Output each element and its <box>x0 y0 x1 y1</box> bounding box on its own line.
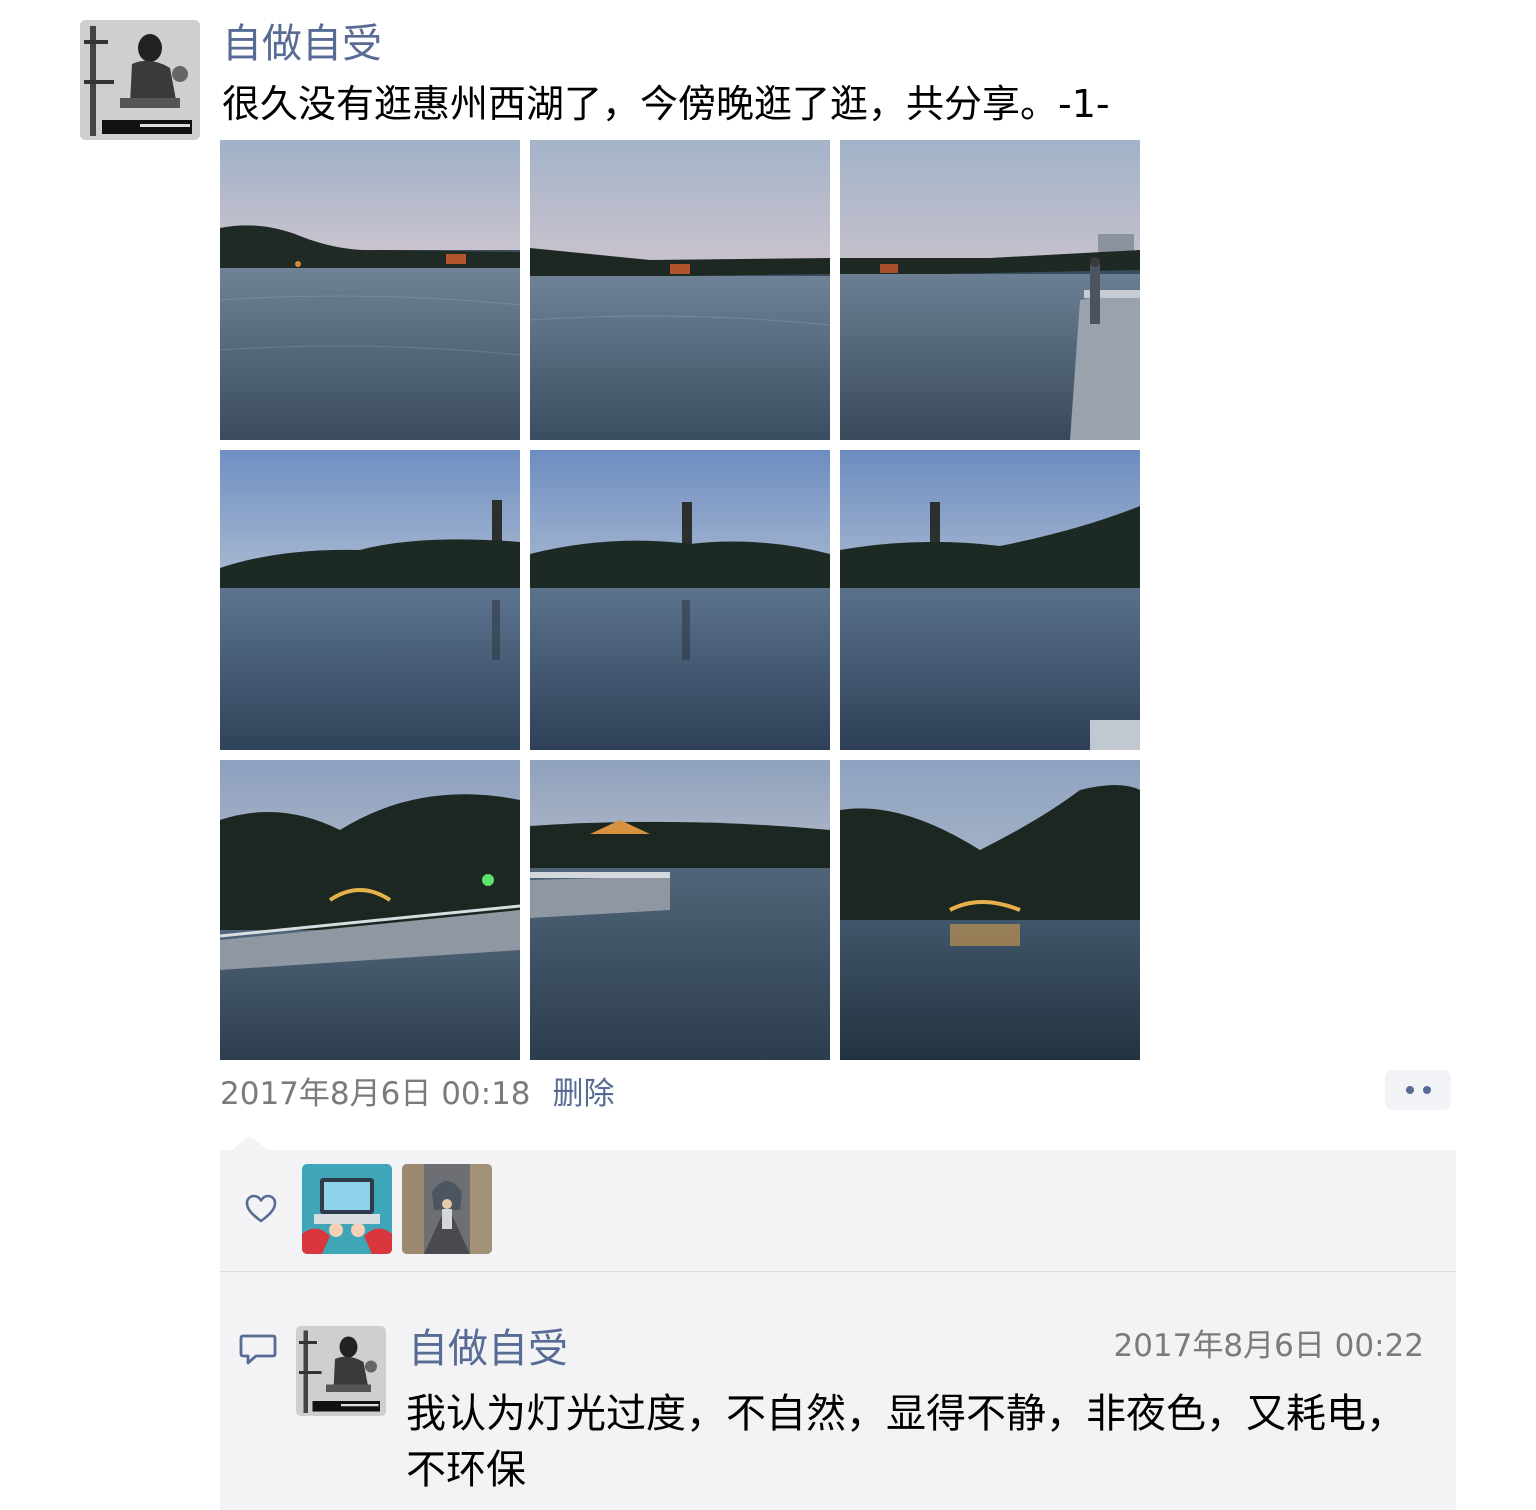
photo-3[interactable] <box>840 140 1140 440</box>
avatar-image <box>80 20 200 140</box>
interaction-panel-arrow <box>232 1136 268 1150</box>
photo-grid <box>220 140 1140 1060</box>
more-dots-icon <box>1405 1086 1414 1094</box>
photo-2[interactable] <box>530 140 830 440</box>
photo-1[interactable] <box>220 140 520 440</box>
post-text: 很久没有逛惠州西湖了，今傍晚逛了逛，共分享。-1- <box>222 82 1110 126</box>
post-meta: 2017年8月6日 00:18 删除 <box>220 1068 615 1112</box>
comment-icon <box>239 1334 277 1365</box>
delete-button[interactable]: 删除 <box>553 1068 615 1113</box>
author-avatar[interactable] <box>80 20 200 140</box>
likes-row <box>220 1150 1456 1271</box>
photo-8[interactable] <box>530 760 830 1060</box>
commenter-name[interactable]: 自做自受 <box>408 1322 568 1376</box>
comment-timestamp: 2017年8月6日 00:22 <box>1113 1328 1424 1364</box>
author-name[interactable]: 自做自受 <box>222 18 382 70</box>
heart-icon <box>245 1194 277 1223</box>
photo-6[interactable] <box>840 450 1140 750</box>
comment-text: 我认为灯光过度，不自然，显得不静，非夜色，又耗电，不环保 <box>406 1391 1406 1493</box>
likes-divider <box>220 1271 1456 1272</box>
more-actions-button[interactable] <box>1385 1070 1451 1110</box>
commenter-avatar[interactable] <box>296 1326 386 1416</box>
liker-avatar-laptop[interactable] <box>302 1164 392 1254</box>
photo-7[interactable] <box>220 760 520 1060</box>
post-timestamp: 2017年8月6日 00:18 <box>220 1075 531 1112</box>
photo-4[interactable] <box>220 450 520 750</box>
more-dots-icon <box>1422 1086 1431 1094</box>
liker-avatar-street[interactable] <box>402 1164 492 1254</box>
interaction-panel: 自做自受 2017年8月6日 00:22 我认为灯光过度，不自然，显得不静，非夜… <box>220 1150 1456 1510</box>
photo-9[interactable] <box>840 760 1140 1060</box>
photo-5[interactable] <box>530 450 830 750</box>
